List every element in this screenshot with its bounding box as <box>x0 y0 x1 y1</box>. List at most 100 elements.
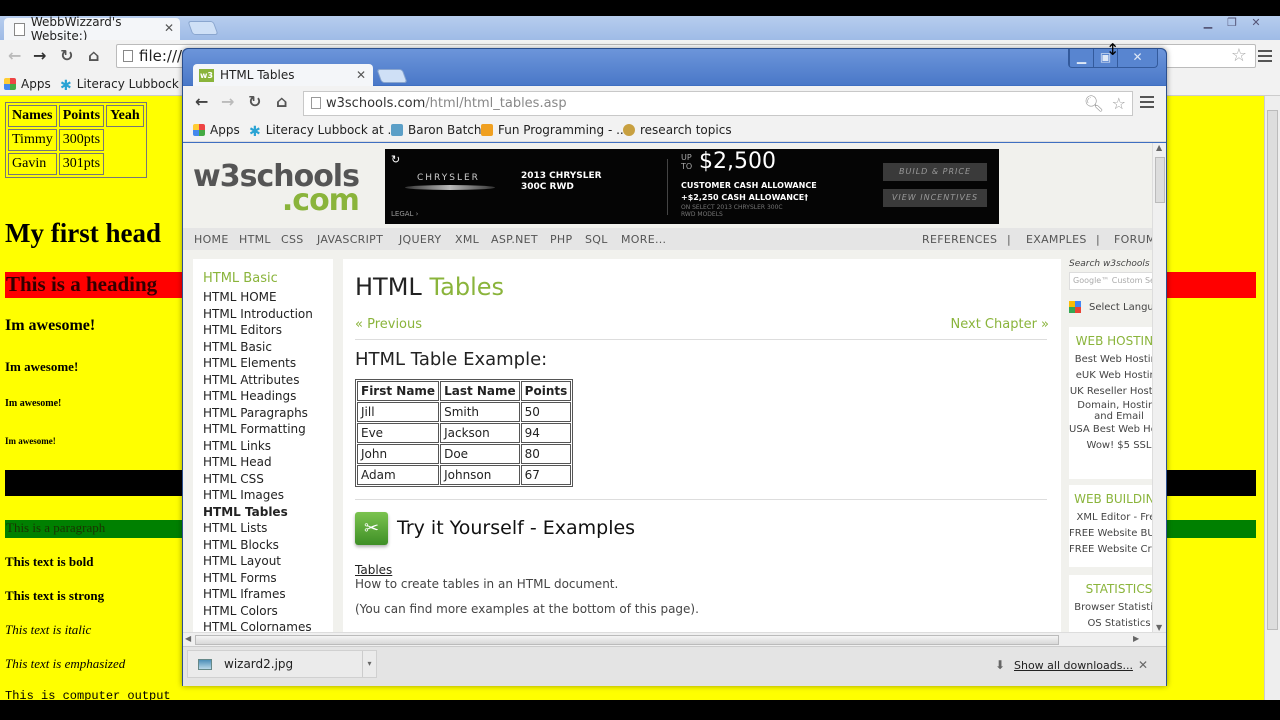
close-tab-icon[interactable]: ✕ <box>164 21 174 35</box>
left-menu-item[interactable]: HTML Colors <box>203 603 333 620</box>
restore-icon[interactable]: ❐ <box>1220 16 1244 32</box>
new-tab-button[interactable] <box>376 69 408 83</box>
scroll-left-arrow[interactable]: ◀ <box>185 634 191 643</box>
scroll-down-arrow[interactable]: ▼ <box>1156 623 1162 632</box>
nav-more[interactable]: MORE... <box>621 233 666 246</box>
bookmark-fun-programming[interactable]: Fun Programming - ... <box>481 123 628 137</box>
bookmark-apps[interactable]: Apps <box>4 77 51 91</box>
bookmark-apps[interactable]: Apps <box>193 123 240 137</box>
left-menu-item[interactable]: HTML Basic <box>203 339 333 356</box>
close-download-shelf-icon[interactable]: ✕ <box>1138 658 1148 672</box>
sponsor-link[interactable]: XML Editor - Free <box>1069 510 1157 526</box>
left-menu-item[interactable]: HTML Introduction <box>203 306 333 323</box>
scroll-right-arrow[interactable]: ▶ <box>1133 634 1139 643</box>
reload-icon[interactable]: ↻ <box>248 92 261 111</box>
left-menu-item[interactable]: HTML Forms <box>203 570 333 587</box>
nav-javascript[interactable]: JAVASCRIPT <box>317 233 383 246</box>
nav-forum[interactable]: FORUM <box>1114 233 1156 246</box>
sponsor-link[interactable]: UK Reseller Hosting <box>1069 384 1157 400</box>
close-icon[interactable]: ✕ <box>1244 16 1268 32</box>
new-tab-button[interactable] <box>187 21 219 35</box>
left-menu-item[interactable]: HTML Links <box>203 438 333 455</box>
bookmark-literacy-lubbock[interactable]: ✱ Literacy Lubbock at ... <box>249 123 399 140</box>
reload-icon[interactable]: ↻ <box>60 46 73 65</box>
view-incentives-button[interactable]: VIEW INCENTIVES <box>883 189 987 207</box>
bookmark-star-icon[interactable]: ☆ <box>1231 45 1247 67</box>
bookmark-research-topics[interactable]: research topics <box>623 123 732 137</box>
tab-html-tables[interactable]: w3 HTML Tables ✕ <box>193 64 373 86</box>
left-menu-item[interactable]: HTML Editors <box>203 322 333 339</box>
left-menu-item[interactable]: HTML Attributes <box>203 372 333 389</box>
show-all-downloads-link[interactable]: Show all downloads... <box>1014 659 1133 672</box>
left-menu-item[interactable]: HTML HOME <box>203 289 333 306</box>
background-tab[interactable]: WebbWizzard's Website:) ✕ <box>4 15 180 43</box>
minimize-icon[interactable]: ▁ <box>1069 49 1093 67</box>
nav-jquery[interactable]: JQUERY <box>399 233 441 246</box>
address-bar[interactable]: w3schools.com/html/html_tables.asp 🔍︎ ☆ <box>303 91 1133 116</box>
custom-search-input[interactable]: Google™ Custom Search <box>1069 272 1157 290</box>
nav-home[interactable]: HOME <box>194 233 229 246</box>
left-menu-item[interactable]: HTML Elements <box>203 355 333 372</box>
sponsor-link[interactable]: FREE Website BUILDER <box>1069 526 1157 542</box>
forward-icon[interactable]: → <box>221 92 234 111</box>
statistics-link[interactable]: OS Statistics <box>1069 616 1157 632</box>
sponsor-link[interactable]: Wow! $5 SSL <box>1069 438 1157 454</box>
minimize-icon[interactable]: ▁ <box>1196 16 1220 32</box>
nav-php[interactable]: PHP <box>550 233 572 246</box>
left-menu-item[interactable]: HTML Iframes <box>203 586 333 603</box>
close-tab-icon[interactable]: ✕ <box>356 68 366 82</box>
left-menu-item[interactable]: HTML Formatting <box>203 421 333 438</box>
bookmark-star-icon[interactable]: ☆ <box>1112 92 1126 115</box>
zoom-search-icon[interactable]: 🔍︎ <box>1084 92 1104 115</box>
scrollbar-thumb[interactable] <box>195 635 1059 645</box>
replay-icon[interactable]: ↻ <box>391 153 400 166</box>
tables-example-link[interactable]: Tables <box>355 563 392 577</box>
download-options-icon[interactable]: ▾ <box>362 651 376 677</box>
statistics-link[interactable]: Browser Statistics <box>1069 600 1157 616</box>
forward-icon[interactable]: → <box>33 46 46 65</box>
left-menu-item[interactable]: HTML Headings <box>203 388 333 405</box>
w3schools-logo[interactable]: w3schools .com <box>193 162 360 216</box>
next-chapter-link[interactable]: Next Chapter » <box>951 317 1049 332</box>
nav-references[interactable]: REFERENCES <box>922 233 997 246</box>
left-menu-item[interactable]: HTML Paragraphs <box>203 405 333 422</box>
vertical-scrollbar[interactable]: ▲ ▼ <box>1152 143 1166 632</box>
left-menu-item[interactable]: HTML CSS <box>203 471 333 488</box>
scrollbar-thumb[interactable] <box>1155 157 1165 203</box>
left-menu-item[interactable]: HTML Colornames <box>203 619 333 632</box>
left-menu-item[interactable]: HTML Blocks <box>203 537 333 554</box>
nav-html[interactable]: HTML <box>239 233 271 246</box>
ad-legal-link[interactable]: LEGAL › <box>391 210 418 218</box>
title-bar[interactable]: w3 HTML Tables ✕ ▁ ▣ ✕ <box>183 49 1166 86</box>
nav-sql[interactable]: SQL <box>585 233 608 246</box>
menu-icon[interactable] <box>1140 96 1154 108</box>
build-price-button[interactable]: BUILD & PRICE <box>883 163 987 181</box>
previous-link[interactable]: « Previous <box>355 317 422 332</box>
nav-aspnet[interactable]: ASP.NET <box>491 233 538 246</box>
sponsor-link[interactable]: eUK Web Hosting <box>1069 368 1157 384</box>
home-icon[interactable]: ⌂ <box>276 92 287 111</box>
sponsor-link[interactable]: USA Best Web Hosting <box>1069 422 1157 438</box>
advertisement-banner[interactable]: ↻ CHRYSLER 2013 CHRYSLER 300C RWD LEGAL … <box>385 149 999 224</box>
back-icon[interactable]: ← <box>8 46 21 65</box>
sponsor-link[interactable]: Domain, Hosting and Email <box>1069 400 1157 422</box>
nav-css[interactable]: CSS <box>281 233 304 246</box>
menu-icon[interactable] <box>1258 50 1272 62</box>
vertical-scrollbar[interactable] <box>1264 96 1280 700</box>
select-language[interactable]: Select Language <box>1069 301 1157 313</box>
horizontal-scrollbar[interactable]: ◀ ▶ <box>183 632 1166 646</box>
nav-xml[interactable]: XML <box>455 233 479 246</box>
left-menu-item[interactable]: HTML Tables <box>203 504 333 521</box>
home-icon[interactable]: ⌂ <box>88 46 99 65</box>
bookmark-baron-batch[interactable]: Baron Batch <box>391 123 482 137</box>
scroll-up-arrow[interactable]: ▲ <box>1156 143 1162 152</box>
bookmark-literacy-lubbock[interactable]: ✱ Literacy Lubbock at <box>60 77 195 94</box>
left-menu-item[interactable]: HTML Lists <box>203 520 333 537</box>
left-menu-item[interactable]: HTML Layout <box>203 553 333 570</box>
download-item[interactable]: wizard2.jpg ▾ <box>187 650 377 678</box>
close-icon[interactable]: ✕ <box>1117 49 1157 67</box>
left-menu-item[interactable]: HTML Images <box>203 487 333 504</box>
sponsor-link[interactable]: Best Web Hosting <box>1069 352 1157 368</box>
nav-examples[interactable]: EXAMPLES <box>1026 233 1087 246</box>
sponsor-link[interactable]: FREE Website Creator <box>1069 542 1157 558</box>
